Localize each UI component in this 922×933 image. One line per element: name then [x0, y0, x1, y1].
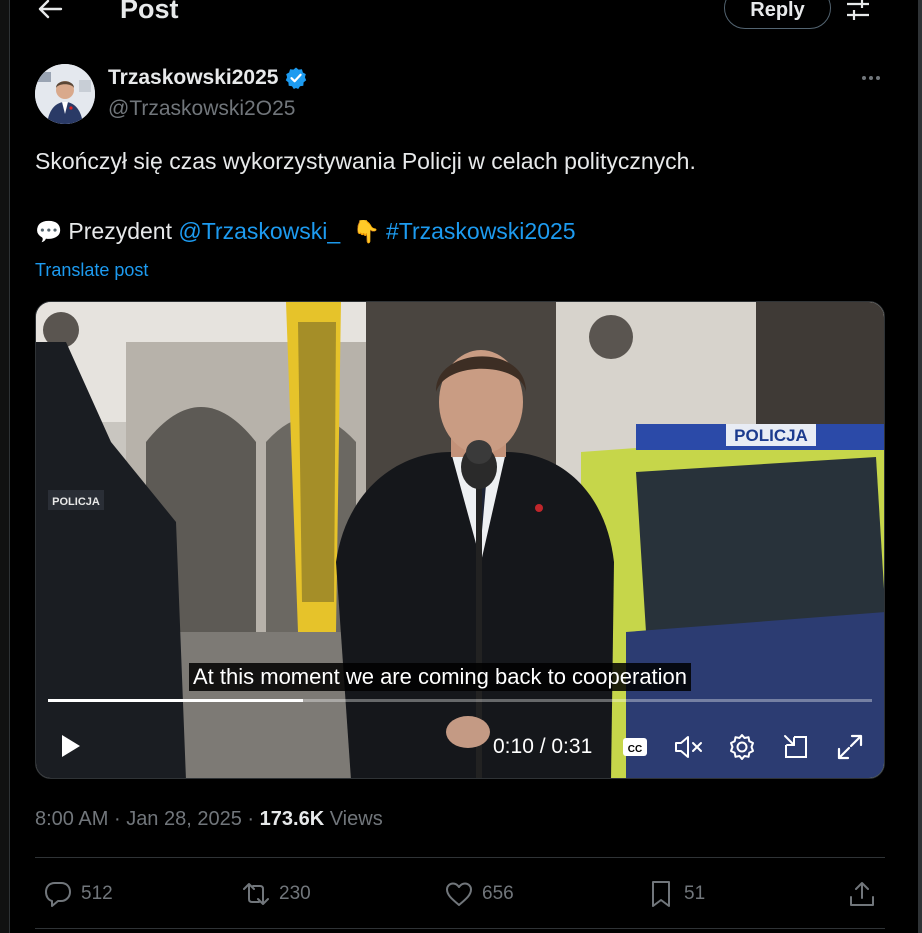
like-action[interactable]: 656 — [444, 877, 514, 911]
post-time[interactable]: 8:00 AM — [35, 808, 108, 830]
divider-bottom — [35, 928, 885, 929]
video-caption: At this moment we are coming back to coo… — [189, 663, 692, 691]
tweet-text-line2: 💬 Prezydent @Trzaskowski_ 👇 #Trzaskowski2… — [35, 218, 576, 245]
heart-icon — [446, 882, 472, 906]
divider — [35, 857, 885, 858]
reply-button[interactable]: Reply — [724, 0, 831, 29]
header: Post Reply — [10, 0, 918, 32]
closed-captions-icon: CC — [623, 738, 647, 756]
video-time: 0:10 / 0:31 — [493, 735, 593, 758]
speech-balloon-emoji: 💬 — [35, 218, 63, 244]
tweet-text-prezydent: Prezydent — [68, 218, 172, 244]
more-options-button[interactable] — [856, 70, 886, 86]
share-action[interactable] — [847, 877, 877, 911]
repost-icon — [243, 883, 269, 905]
back-button[interactable] — [32, 0, 68, 24]
svg-text:CC: CC — [628, 744, 642, 755]
left-rail — [0, 0, 10, 933]
bookmark-count: 51 — [684, 883, 706, 904]
reply-action[interactable]: 512 — [43, 877, 113, 911]
settings-button[interactable] — [727, 732, 757, 762]
share-icon — [850, 882, 874, 906]
repost-action[interactable]: 230 — [241, 877, 311, 911]
display-name[interactable]: Trzaskowski2025 — [108, 66, 308, 90]
post-meta: 8:00 AM · Jan 28, 2025 · 173.6K Views — [35, 808, 383, 830]
avatar[interactable] — [35, 64, 95, 124]
repost-count: 230 — [279, 883, 311, 904]
views-label: Views — [329, 808, 383, 830]
pointing-down-emoji: 👇 — [352, 218, 380, 244]
page-title: Post — [120, 0, 179, 24]
officer-patch-text: POLICJA — [52, 496, 100, 508]
reply-count: 512 — [81, 883, 113, 904]
video-progress-fill — [48, 699, 304, 702]
video-player[interactable]: POLICJA POLICJA At this moment we are co… — [35, 301, 885, 779]
captions-button[interactable]: CC — [620, 732, 650, 762]
display-name-text: Trzaskowski2025 — [108, 66, 279, 89]
police-sign-text: POLICJA — [734, 426, 808, 445]
verified-badge-icon — [286, 67, 307, 89]
speaker-muted-icon — [675, 736, 702, 758]
arrow-left-icon — [38, 0, 63, 19]
scrollbar[interactable] — [918, 0, 922, 933]
gear-icon — [730, 734, 754, 760]
video-progress-bar[interactable] — [48, 699, 872, 702]
post-date[interactable]: Jan 28, 2025 — [126, 808, 242, 830]
views-count: 173.6K — [259, 808, 325, 830]
reply-icon — [45, 882, 71, 907]
expand-icon — [837, 734, 863, 760]
hashtag-link[interactable]: #Trzaskowski2025 — [386, 218, 576, 245]
like-count: 656 — [482, 883, 514, 904]
play-icon[interactable] — [56, 732, 84, 760]
mute-button[interactable] — [674, 732, 704, 762]
filter-sliders-icon[interactable] — [844, 0, 872, 22]
picture-in-picture-icon — [784, 735, 807, 758]
bookmark-icon — [652, 881, 670, 907]
picture-in-picture-button[interactable] — [781, 732, 811, 762]
more-dots-icon — [862, 76, 866, 80]
fullscreen-button[interactable] — [835, 732, 865, 762]
handle[interactable]: @Trzaskowski2O25 — [108, 97, 295, 121]
bookmark-action[interactable]: 51 — [646, 877, 705, 911]
tweet-text-line1: Skończył się czas wykorzystywania Policj… — [35, 148, 696, 174]
video-frame: POLICJA POLICJA — [36, 302, 884, 778]
mention-link[interactable]: @Trzaskowski_ — [178, 218, 340, 245]
translate-post-link[interactable]: Translate post — [35, 260, 148, 281]
